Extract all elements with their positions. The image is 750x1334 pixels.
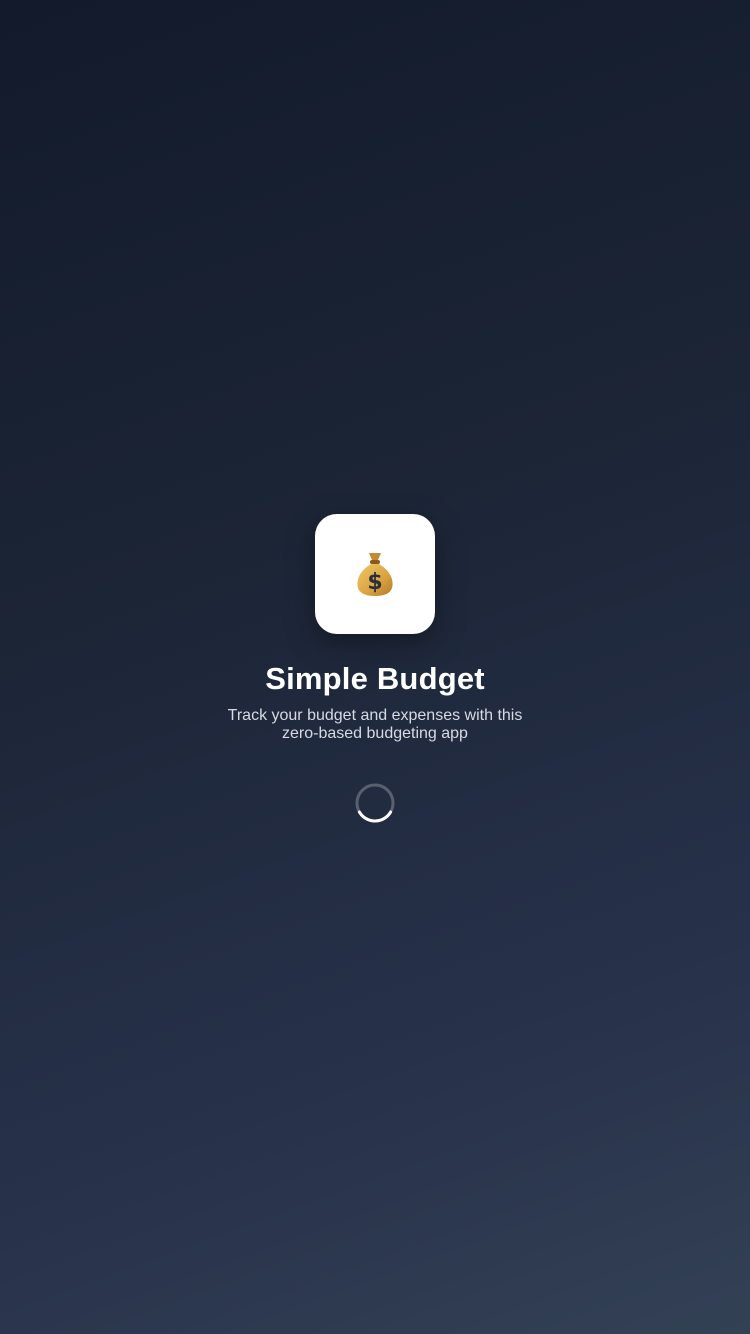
- svg-text:$: $: [367, 570, 382, 595]
- spinner-icon: [355, 783, 395, 823]
- app-subtitle: Track your budget and expenses with this…: [227, 707, 523, 742]
- loading-spinner: [355, 783, 395, 823]
- splash-screen: $ Simple Budget Track your budget and ex…: [0, 514, 750, 823]
- app-icon-tile: $: [315, 514, 435, 634]
- app-title: Simple Budget: [265, 661, 485, 696]
- money-bag-icon: $: [357, 553, 393, 596]
